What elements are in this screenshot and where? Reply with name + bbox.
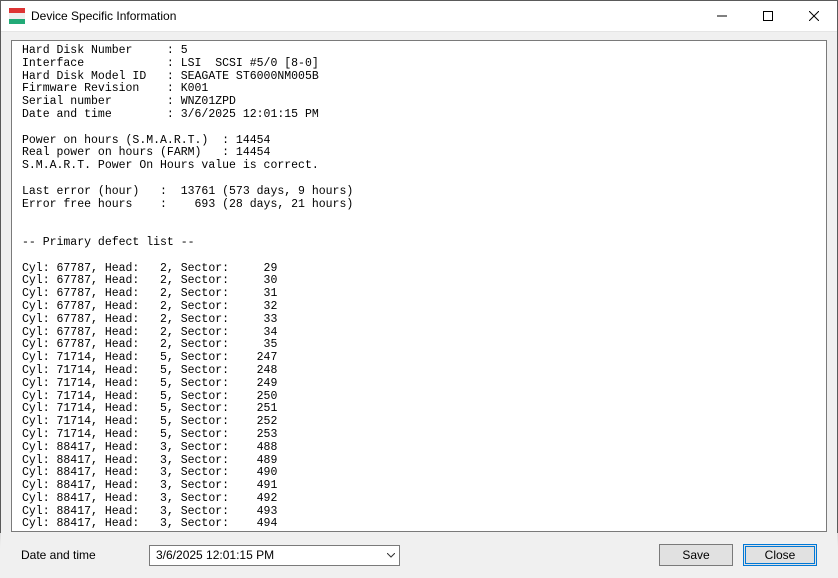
- date-time-dropdown[interactable]: 3/6/2025 12:01:15 PM: [149, 545, 400, 566]
- report-text[interactable]: Hard Disk Number : 5 Interface : LSI SCS…: [12, 41, 826, 531]
- date-time-value: 3/6/2025 12:01:15 PM: [156, 548, 274, 562]
- save-button[interactable]: Save: [659, 544, 733, 566]
- maximize-icon: [763, 11, 773, 21]
- date-time-label: Date and time: [21, 548, 139, 562]
- report-frame: Hard Disk Number : 5 Interface : LSI SCS…: [11, 40, 827, 532]
- close-button[interactable]: Close: [743, 544, 817, 566]
- maximize-button[interactable]: [745, 1, 791, 31]
- close-icon: [809, 11, 819, 21]
- minimize-icon: [717, 11, 727, 21]
- close-window-button[interactable]: [791, 1, 837, 31]
- device-info-window: Device Specific Information Hard Disk Nu…: [0, 0, 838, 533]
- app-icon: [9, 8, 25, 24]
- chevron-down-icon: [387, 548, 395, 562]
- minimize-button[interactable]: [699, 1, 745, 31]
- titlebar-controls: [699, 1, 837, 31]
- content-area: Hard Disk Number : 5 Interface : LSI SCS…: [1, 32, 837, 578]
- window-title: Device Specific Information: [31, 9, 699, 23]
- titlebar[interactable]: Device Specific Information: [1, 1, 837, 32]
- bottom-bar: Date and time 3/6/2025 12:01:15 PM Save …: [11, 532, 827, 578]
